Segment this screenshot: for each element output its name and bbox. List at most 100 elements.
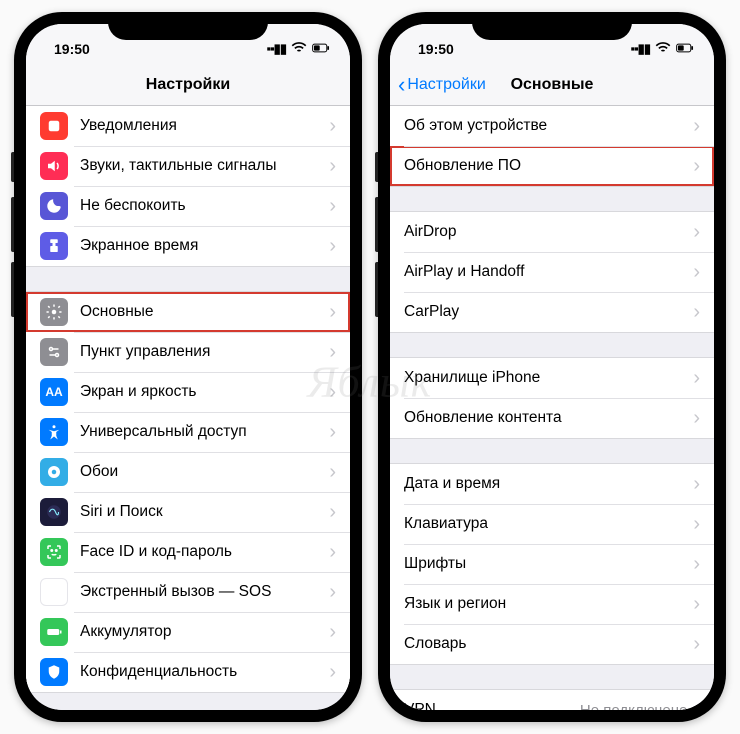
row-label: Face ID и код-пароль — [80, 543, 323, 561]
row-label: Аккумулятор — [80, 623, 323, 641]
settings-row[interactable]: Об этом устройстве › — [390, 106, 714, 146]
dnd-icon — [40, 192, 68, 220]
settings-list[interactable]: Уведомления›Звуки, тактильные сигналы›Не… — [26, 106, 350, 710]
settings-row[interactable]: SOSЭкстренный вызов — SOS› — [26, 572, 350, 612]
battery-icon — [40, 618, 68, 646]
chevron-right-icon: › — [693, 301, 700, 324]
chevron-right-icon: › — [329, 301, 336, 324]
screentime-icon — [40, 232, 68, 260]
status-time: 19:50 — [418, 41, 454, 57]
settings-row[interactable]: Обои › — [26, 452, 350, 492]
navbar: ‹ Настройки Основные — [390, 64, 714, 106]
row-label: Звуки, тактильные сигналы — [80, 157, 323, 175]
screen-right: 19:50 ▪▪▮▮ ‹ Настройки Основные Об этом … — [390, 24, 714, 710]
privacy-icon — [40, 658, 68, 686]
row-label: Экранное время — [80, 237, 323, 255]
settings-row[interactable]: Пункт управления› — [26, 332, 350, 372]
cellular-icon: ▪▪▮▮ — [266, 41, 286, 57]
chevron-right-icon: › — [693, 155, 700, 178]
settings-row[interactable]: Хранилище iPhone› — [390, 358, 714, 398]
row-label: CarPlay — [404, 303, 687, 321]
settings-row[interactable]: Клавиатура › — [390, 504, 714, 544]
siri-icon — [40, 498, 68, 526]
settings-row[interactable]: AirDrop› — [390, 212, 714, 252]
settings-row[interactable]: Дата и время › — [390, 464, 714, 504]
chevron-right-icon: › — [329, 155, 336, 178]
settings-row[interactable]: Уведомления› — [26, 106, 350, 146]
chevron-right-icon: › — [693, 633, 700, 656]
settings-row[interactable]: Язык и регион › — [390, 584, 714, 624]
chevron-right-icon: › — [693, 407, 700, 430]
row-label: Универсальный доступ — [80, 423, 323, 441]
settings-row[interactable]: Звуки, тактильные сигналы › — [26, 146, 350, 186]
row-label: AirPlay и Handoff — [404, 263, 687, 281]
settings-row[interactable]: Словарь › — [390, 624, 714, 664]
settings-row[interactable]: Не беспокоить› — [26, 186, 350, 226]
settings-row[interactable]: Обновление контента › — [390, 398, 714, 438]
row-label: Уведомления — [80, 117, 323, 135]
chevron-right-icon: › — [693, 473, 700, 496]
row-label: Обновление ПО — [404, 157, 687, 175]
chevron-right-icon: › — [329, 421, 336, 444]
settings-row[interactable]: Аккумулятор › — [26, 612, 350, 652]
page-title: Настройки — [146, 76, 230, 94]
settings-row[interactable]: Универсальный доступ › — [26, 412, 350, 452]
row-label: Дата и время — [404, 475, 687, 493]
notifications-icon — [40, 112, 68, 140]
chevron-right-icon: › — [329, 621, 336, 644]
navbar: Настройки — [26, 64, 350, 106]
row-label: Шрифты — [404, 555, 687, 573]
chevron-right-icon: › — [329, 541, 336, 564]
general-list[interactable]: Об этом устройстве › Обновление ПО › AirDrop… — [390, 106, 714, 710]
battery-icon — [676, 39, 694, 60]
status-icons: ▪▪▮▮ — [266, 39, 330, 60]
settings-row[interactable]: Экранное время› — [26, 226, 350, 266]
settings-row[interactable]: AirPlay и Handoff › — [390, 252, 714, 292]
phone-frame-left: 19:50 ▪▪▮▮ Настройки Уведомления›Звуки, … — [14, 12, 362, 722]
chevron-right-icon: › — [693, 593, 700, 616]
chevron-left-icon: ‹ — [398, 74, 405, 96]
chevron-right-icon: › — [693, 699, 700, 711]
page-title: Основные — [511, 76, 594, 94]
row-label: Словарь — [404, 635, 687, 653]
row-label: Обои — [80, 463, 323, 481]
settings-row[interactable]: Основные › — [26, 292, 350, 332]
row-label: Пункт управления — [80, 343, 323, 361]
row-label: Об этом устройстве — [404, 117, 687, 135]
back-button[interactable]: ‹ Настройки — [398, 64, 486, 105]
chevron-right-icon: › — [693, 261, 700, 284]
row-label: Конфиденциальность — [80, 663, 323, 681]
settings-row[interactable]: Face ID и код-пароль › — [26, 532, 350, 572]
settings-row[interactable]: Конфиденциальность› — [26, 652, 350, 692]
notch — [472, 12, 632, 40]
row-label: Не беспокоить — [80, 197, 323, 215]
settings-row[interactable]: CarPlay › — [390, 292, 714, 332]
battery-icon — [312, 39, 330, 60]
settings-row[interactable]: Siri и Поиск› — [26, 492, 350, 532]
row-label: Язык и регион — [404, 595, 687, 613]
settings-row[interactable]: VPNНе подключено› — [390, 690, 714, 710]
row-label: Экран и яркость — [80, 383, 323, 401]
control-center-icon — [40, 338, 68, 366]
faceid-icon — [40, 538, 68, 566]
row-label: Обновление контента — [404, 409, 687, 427]
screen-left: 19:50 ▪▪▮▮ Настройки Уведомления›Звуки, … — [26, 24, 350, 710]
chevron-right-icon: › — [329, 461, 336, 484]
cellular-icon: ▪▪▮▮ — [630, 41, 650, 57]
row-label: Хранилище iPhone — [404, 369, 687, 387]
row-label: Клавиатура — [404, 515, 687, 533]
sos-icon: SOS — [40, 578, 68, 606]
display-icon: AA — [40, 378, 68, 406]
chevron-right-icon: › — [693, 513, 700, 536]
chevron-right-icon: › — [693, 115, 700, 138]
settings-row[interactable]: Шрифты› — [390, 544, 714, 584]
general-icon — [40, 298, 68, 326]
notch — [108, 12, 268, 40]
status-icons: ▪▪▮▮ — [630, 39, 694, 60]
chevron-right-icon: › — [329, 381, 336, 404]
settings-row[interactable]: AA Экран и яркость › — [26, 372, 350, 412]
row-label: Siri и Поиск — [80, 503, 323, 521]
settings-row[interactable]: Обновление ПО › — [390, 146, 714, 186]
row-label: Основные — [80, 303, 323, 321]
phone-frame-right: 19:50 ▪▪▮▮ ‹ Настройки Основные Об этом … — [378, 12, 726, 722]
